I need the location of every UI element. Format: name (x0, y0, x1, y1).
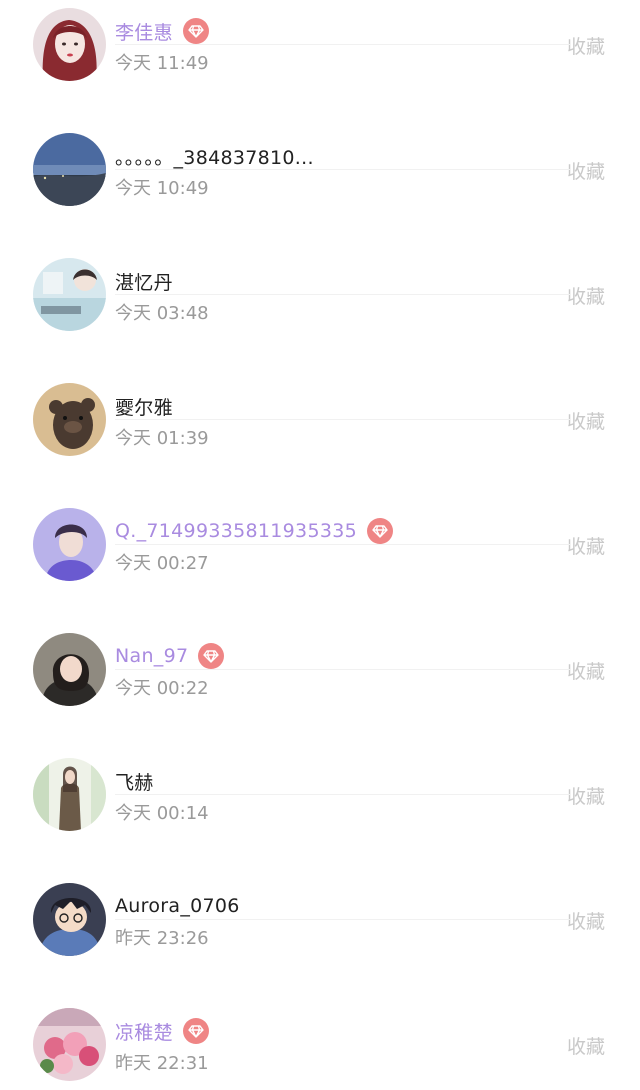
avatar[interactable] (33, 1008, 106, 1081)
vip-diamond-icon (367, 518, 393, 544)
user-name[interactable]: Aurora_0706 (115, 895, 240, 917)
list-item[interactable]: 。。。。。_384837810... 今天 10:49 收藏 (0, 45, 640, 206)
list-item[interactable]: 李佳惠 今天 11:49 收藏 (0, 0, 640, 81)
user-name[interactable]: 湛忆丹 (115, 268, 173, 295)
list-item[interactable]: 凉稚楚 昨天 22:31 收藏 (0, 920, 640, 1081)
list-item[interactable]: Aurora_0706 昨天 23:26 收藏 (0, 795, 640, 956)
list-item[interactable]: 湛忆丹 今天 03:48 收藏 (0, 170, 640, 331)
user-name[interactable]: 凉稚楚 (115, 1018, 173, 1045)
list-item[interactable]: 夒尔雅 今天 01:39 收藏 (0, 295, 640, 456)
list-item[interactable]: Q._71499335811935335 今天 00:27 收藏 (0, 420, 640, 581)
list-item[interactable]: 飞赫 今天 00:14 收藏 (0, 670, 640, 831)
user-name[interactable]: 李佳惠 (115, 18, 173, 45)
list-item[interactable]: Nan_97 今天 00:22 收藏 (0, 545, 640, 706)
user-name[interactable]: Nan_97 (115, 645, 188, 667)
user-name[interactable]: 夒尔雅 (115, 393, 173, 420)
vip-diamond-icon (198, 643, 225, 669)
user-name[interactable]: 飞赫 (115, 768, 154, 795)
vip-diamond-icon (182, 1018, 209, 1044)
timestamp: 昨天 22:31 (115, 1053, 209, 1074)
vip-diamond-icon (182, 18, 209, 44)
collect-button[interactable]: 收藏 (567, 1032, 605, 1059)
user-name[interactable]: 。。。。。_384837810... (115, 143, 314, 170)
user-name[interactable]: Q._71499335811935335 (115, 520, 357, 542)
contact-list: 李佳惠 今天 11:49 收藏 。。。。。_384837810... 今天 10… (0, 0, 640, 1081)
